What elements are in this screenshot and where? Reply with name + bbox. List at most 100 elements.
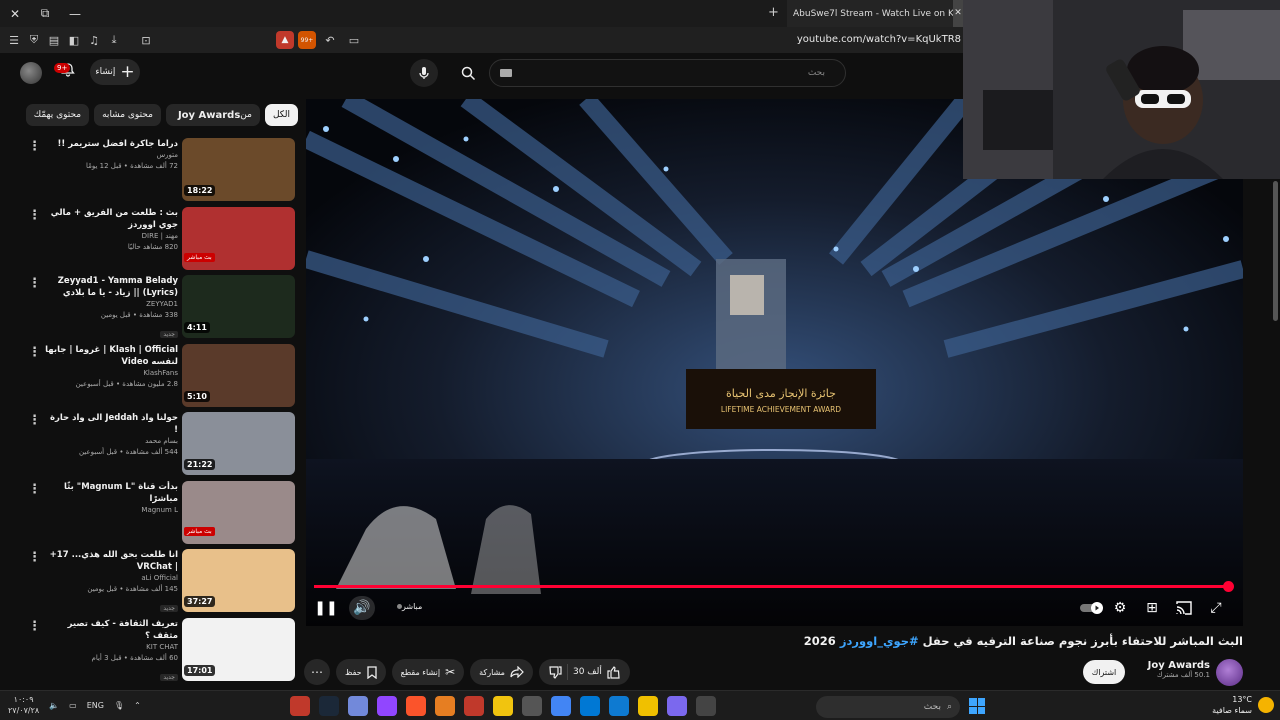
channel-avatar[interactable]	[1216, 659, 1243, 686]
list-item[interactable]: ⋮ تعريف الثقافة - كيف تصير مثقف ؟ KIT CH…	[0, 615, 300, 684]
miniplayer-icon[interactable]: ⊞	[1140, 596, 1164, 620]
related-video-channel[interactable]: بسام محمد	[44, 436, 178, 447]
speaker-icon[interactable]: 🔈	[49, 701, 59, 710]
taskbar-app-icon[interactable]	[609, 696, 629, 716]
kebab-icon[interactable]: ⋮	[28, 276, 41, 291]
share-button[interactable]: مشاركة	[470, 659, 533, 685]
taskbar-app-icon[interactable]	[464, 696, 484, 716]
save-button[interactable]: حفظ	[336, 659, 386, 685]
reader-icon[interactable]: ▤	[44, 30, 64, 50]
progress-bar[interactable]	[314, 581, 1234, 592]
related-video-title[interactable]: تعريف الثقافة - كيف تصير مثقف ؟	[44, 618, 178, 642]
kebab-icon[interactable]: ⋮	[28, 139, 41, 154]
chip-from-channel[interactable]: من Joy Awards	[165, 104, 260, 126]
account-avatar[interactable]	[20, 62, 42, 84]
volume-icon[interactable]: 🔊	[349, 596, 375, 620]
fullscreen-icon[interactable]: ⤢	[1204, 596, 1228, 620]
subscribe-button[interactable]: اشتراك	[1083, 660, 1125, 684]
mic-tray-icon[interactable]: 🎙	[114, 701, 124, 710]
taskbar-app-icon[interactable]	[319, 696, 339, 716]
new-tab-button[interactable]: +	[768, 5, 779, 20]
related-video-title[interactable]: حولنا واد Jeddah الى واد حارة !	[44, 412, 178, 436]
related-video-channel[interactable]: متورس	[44, 150, 178, 161]
taskbar-app-icon[interactable]	[406, 696, 426, 716]
list-item[interactable]: ⋮ بدأت قناة "Magnum L" بثًا مباشرًا Magn…	[0, 478, 300, 547]
chip-for-you[interactable]: محتوى يهمّك	[25, 104, 90, 126]
clock[interactable]: ١٠:٠٩ ٢٧/٠٧/٢٨	[8, 694, 39, 716]
network-icon[interactable]: ▭	[69, 701, 77, 710]
chevron-up-icon[interactable]: ⌃	[134, 701, 141, 710]
kebab-icon[interactable]: ⋮	[28, 345, 41, 360]
taskbar-app-icon[interactable]	[638, 696, 658, 716]
related-video-channel[interactable]: Magnum L	[44, 505, 178, 516]
chip-similar[interactable]: محتوى مشابه	[94, 104, 161, 126]
tab-close-icon[interactable]: ✕	[953, 0, 963, 27]
list-item[interactable]: ⋮ انا طلعت بحق الله هذي... 17+ | VRChat …	[0, 546, 300, 615]
minimize-icon[interactable]: —	[60, 7, 90, 21]
dislike-icon[interactable]	[549, 665, 562, 679]
related-video-title[interactable]: انا طلعت بحق الله هذي... 17+ | VRChat	[44, 549, 178, 573]
extension-icon[interactable]: ▲	[276, 31, 294, 49]
related-video-channel[interactable]: مهند | DIRE	[44, 231, 178, 242]
keyboard-icon[interactable]	[500, 69, 512, 77]
channel-name[interactable]: Joy Awards	[1130, 660, 1210, 671]
taskbar-app-icon[interactable]	[551, 696, 571, 716]
live-indicator[interactable]: مباشر	[394, 602, 422, 611]
progress-knob[interactable]	[1223, 581, 1234, 592]
related-video-title[interactable]: بدأت قناة "Magnum L" بثًا مباشرًا	[44, 481, 178, 505]
list-item[interactable]: ⋮ Zeyyad1 - Yamma Belady (Lyrics) || زيا…	[0, 272, 300, 341]
scrollbar-thumb[interactable]	[1273, 181, 1278, 321]
chip-all[interactable]: الكل	[264, 104, 298, 126]
download-icon[interactable]: ⤓	[104, 30, 124, 50]
search-icon[interactable]	[453, 60, 483, 86]
sidebar-icon[interactable]: ◧	[64, 30, 84, 50]
list-item[interactable]: ⋮ دراما جاكرة افضل ستريمر !! متورس 72 أل…	[0, 135, 300, 204]
taskbar-app-icon[interactable]	[696, 696, 716, 716]
page-scrollbar[interactable]	[1270, 179, 1280, 699]
kebab-icon[interactable]: ⋮	[28, 413, 41, 428]
related-video-channel[interactable]: KIT CHAT	[44, 642, 178, 653]
related-video-title[interactable]: Zeyyad1 - Yamma Belady (Lyrics) || زياد …	[44, 275, 178, 299]
like-icon[interactable]	[607, 665, 620, 679]
related-video-channel[interactable]: KlashFans	[44, 368, 178, 379]
more-actions-icon[interactable]: ⋯	[304, 659, 330, 685]
list-item[interactable]: ⋮ بث : طلعت من الفريق + مالي جوي اووردز …	[0, 204, 300, 273]
screenshot-icon[interactable]: ⊡	[136, 30, 156, 50]
monitor-icon[interactable]: ▭	[344, 30, 364, 50]
menu-icon[interactable]: ☰	[4, 30, 24, 50]
restore-icon[interactable]: ⧉	[30, 6, 60, 21]
shield-icon[interactable]: ⛨	[24, 30, 44, 50]
weather-widget[interactable]: 13°C سماء صافية	[1212, 694, 1274, 716]
adblock-icon[interactable]: 99+	[298, 31, 316, 49]
cast-icon[interactable]	[1172, 596, 1196, 620]
kebab-icon[interactable]: ⋮	[28, 482, 41, 497]
settings-icon[interactable]: ⚙	[1108, 596, 1132, 620]
taskbar-app-icon[interactable]	[667, 696, 687, 716]
create-button[interactable]: إنشاء +	[90, 59, 140, 85]
list-item[interactable]: ⋮ Klash | Official | غروما | جابها لنفسه…	[0, 341, 300, 410]
pause-icon[interactable]: ❚❚	[314, 596, 338, 620]
taskbar-app-icon[interactable]	[493, 696, 513, 716]
close-icon[interactable]: ✕	[0, 7, 30, 21]
related-video-title[interactable]: دراما جاكرة افضل ستريمر !!	[44, 138, 178, 150]
taskbar-search[interactable]: بحث ⌕	[816, 696, 960, 718]
kebab-icon[interactable]: ⋮	[28, 619, 41, 634]
related-video-title[interactable]: بث : طلعت من الفريق + مالي جوي اووردز	[44, 207, 178, 231]
undo-icon[interactable]: ↶	[320, 30, 340, 50]
autoplay-toggle[interactable]	[1079, 596, 1103, 620]
taskbar-app-icon[interactable]	[580, 696, 600, 716]
taskbar-app-icon[interactable]	[290, 696, 310, 716]
address-bar[interactable]: youtube.com/watch?v=KqUkTR8	[797, 27, 963, 53]
music-icon[interactable]: ♫	[84, 30, 104, 50]
kebab-icon[interactable]: ⋮	[28, 208, 41, 223]
taskbar-app-icon[interactable]	[377, 696, 397, 716]
taskbar-app-icon[interactable]	[522, 696, 542, 716]
taskbar-app-icon[interactable]	[348, 696, 368, 716]
language-indicator[interactable]: ENG	[87, 701, 104, 710]
windows-icon[interactable]	[969, 698, 985, 714]
mic-icon[interactable]	[410, 59, 438, 87]
related-video-title[interactable]: Klash | Official | غروما | جابها لنفسه V…	[44, 344, 178, 368]
related-video-channel[interactable]: ZEYYAD1	[44, 299, 178, 310]
list-item[interactable]: ⋮ حولنا واد Jeddah الى واد حارة ! بسام م…	[0, 409, 300, 478]
related-video-channel[interactable]: aLi Official	[44, 573, 178, 584]
